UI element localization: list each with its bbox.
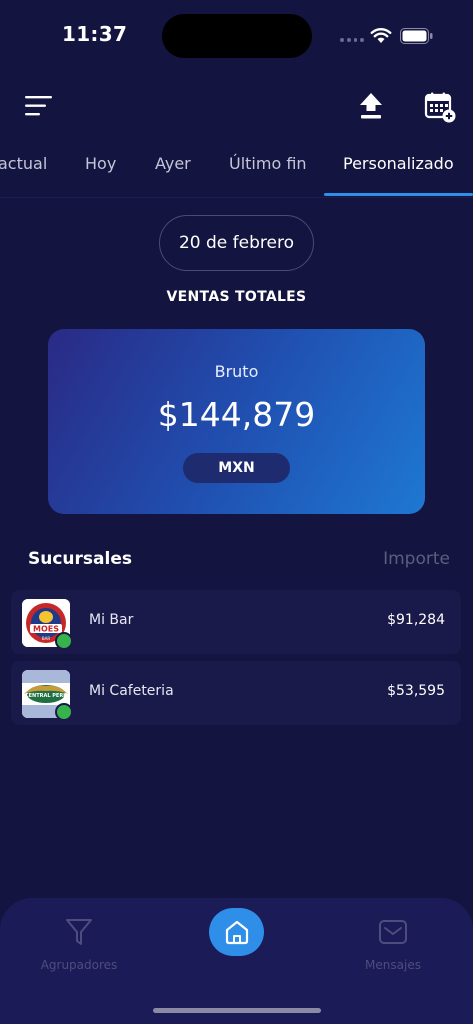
nav-mensajes[interactable]: Mensajes (333, 916, 453, 972)
calendar-add-icon[interactable] (424, 91, 456, 123)
status-time: 11:37 (62, 22, 128, 46)
filter-icon (66, 919, 92, 945)
branch-amount: $91,284 (387, 612, 445, 628)
tab-personalizado[interactable]: Personalizado (343, 154, 454, 173)
online-status-dot (55, 632, 73, 650)
mail-icon (379, 920, 407, 944)
sales-label: Bruto (214, 362, 259, 381)
dynamic-island (162, 14, 312, 58)
sales-amount: $144,879 (157, 395, 316, 434)
total-sales-card: Bruto $144,879 MXN (48, 329, 425, 514)
svg-text:MOES: MOES (33, 625, 59, 634)
branch-list-header: Sucursales Importe (28, 549, 450, 575)
bottom-navigation: Agrupadores Mensajes (0, 898, 473, 1024)
amount-column-label: Importe (383, 549, 450, 569)
branch-row-mi-bar[interactable]: MOES BAR Mi Bar $91,284 (11, 590, 461, 654)
upload-icon[interactable] (358, 92, 384, 120)
menu-icon[interactable] (24, 94, 54, 118)
branch-list-title: Sucursales (28, 549, 132, 569)
active-tab-indicator (324, 193, 473, 196)
period-tabs: actual Hoy Ayer Último fin Personalizado (0, 140, 473, 198)
home-indicator (153, 1008, 321, 1013)
tab-ultimo-fin[interactable]: Último fin (229, 154, 307, 173)
status-bar: 11:37 (0, 0, 473, 70)
top-bar (0, 82, 473, 128)
nav-label: Agrupadores (40, 958, 118, 972)
home-button[interactable] (209, 908, 264, 956)
svg-text:BAR: BAR (42, 636, 50, 641)
date-filter-button[interactable]: 20 de febrero (159, 215, 314, 271)
tab-ayer[interactable]: Ayer (155, 154, 191, 173)
branch-row-mi-cafeteria[interactable]: CENTRAL PERK Mi Cafeteria $53,595 (11, 661, 461, 725)
wifi-icon (370, 28, 392, 43)
home-icon (225, 920, 248, 945)
svg-text:CENTRAL PERK: CENTRAL PERK (25, 693, 68, 699)
branch-name: Mi Bar (89, 612, 134, 628)
tab-actual[interactable]: actual (0, 154, 47, 173)
branch-name: Mi Cafeteria (89, 683, 174, 699)
online-status-dot (55, 703, 73, 721)
nav-agrupadores[interactable]: Agrupadores (19, 916, 139, 972)
section-title: VENTAS TOTALES (166, 289, 307, 305)
signal-icon (340, 38, 364, 44)
currency-badge[interactable]: MXN (183, 453, 290, 483)
tab-hoy[interactable]: Hoy (85, 154, 116, 173)
nav-label: Mensajes (365, 958, 421, 972)
branch-amount: $53,595 (387, 683, 445, 699)
battery-icon (400, 28, 433, 44)
